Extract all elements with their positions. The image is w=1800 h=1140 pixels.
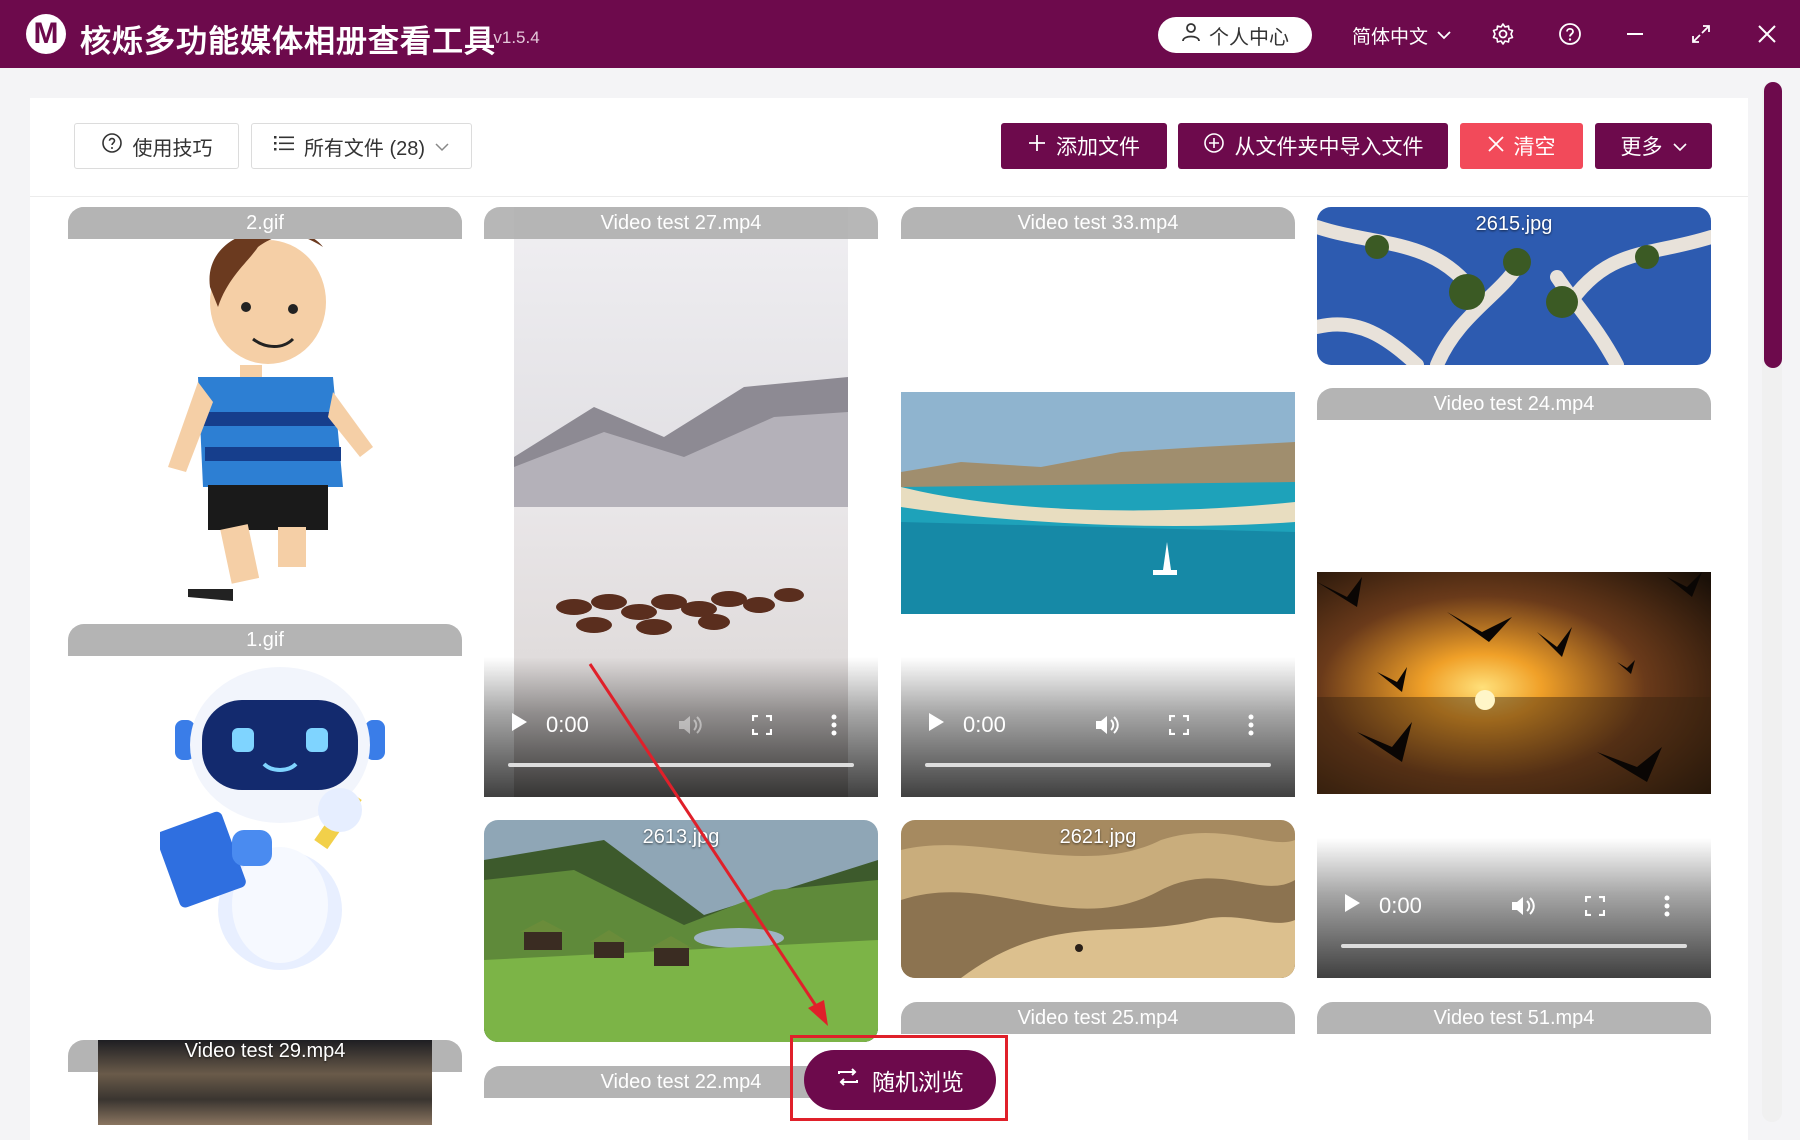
media-title-2: Video test 29.mp4 [184, 1040, 346, 1062]
media-title-11: Video test 51.mp4 [1317, 1002, 1711, 1034]
language-label: 简体中文 [1352, 27, 1429, 48]
media-title-4: 2613.jpg [642, 826, 720, 848]
more-options-icon[interactable] [816, 707, 852, 743]
media-card-2613[interactable]: 2613.jpg [484, 820, 878, 1042]
user-center-label: 个人中心 [1209, 26, 1289, 49]
media-title-3: Video test 27.mp4 [484, 207, 878, 239]
help-icon [101, 132, 123, 160]
play-icon[interactable] [1343, 893, 1361, 919]
video-progress-bar[interactable] [508, 763, 854, 767]
media-title-1: 1.gif [68, 624, 462, 656]
video-time: 0:00 [546, 712, 589, 737]
video-progress-bar[interactable] [1341, 944, 1687, 948]
more-options-icon[interactable] [1649, 888, 1685, 924]
plus-icon [1028, 134, 1046, 158]
title-bar: M 核烁多功能媒体相册查看工具 - v1.5.4 个人中心 简体中文 [0, 0, 1800, 68]
scrollbar-thumb[interactable] [1764, 82, 1782, 368]
video-controls: 0:00 [484, 657, 878, 797]
app-version: - v1.5.4 [483, 28, 540, 47]
video-time: 0:00 [1379, 893, 1422, 918]
play-icon[interactable] [510, 712, 528, 738]
fullscreen-icon[interactable] [744, 707, 780, 743]
chevron-down-icon [435, 135, 449, 158]
more-button[interactable]: 更多 [1595, 123, 1712, 169]
media-title-8: Video test 25.mp4 [901, 1002, 1295, 1034]
chevron-down-icon [1672, 134, 1687, 158]
x-icon [1487, 134, 1504, 158]
media-title-0: 2.gif [68, 207, 462, 239]
media-card-gif[interactable] [68, 207, 462, 607]
add-file-button[interactable]: 添加文件 [1001, 123, 1167, 169]
app-logo: M [26, 14, 66, 54]
media-card-2621[interactable]: 2621.jpg [901, 820, 1295, 978]
fullscreen-icon[interactable] [1577, 888, 1613, 924]
maximize-icon[interactable] [1686, 19, 1716, 49]
toolbar: 使用技巧 所有文件 (28) 添加文件 从文件夹中导入文件 清空 更多 [30, 98, 1748, 197]
chevron-down-icon [1436, 25, 1452, 47]
video-controls: 0:00 [901, 657, 1295, 797]
bay-video-frame [901, 392, 1295, 614]
volume-icon[interactable] [1089, 707, 1125, 743]
import-folder-label: 从文件夹中导入文件 [1234, 136, 1424, 159]
plus-circle-icon [1203, 132, 1225, 160]
video-progress-bar[interactable] [925, 763, 1271, 767]
more-label: 更多 [1620, 136, 1663, 159]
robot-image[interactable] [160, 660, 410, 970]
close-icon[interactable] [1752, 19, 1782, 49]
clear-button[interactable]: 清空 [1460, 123, 1583, 169]
gear-icon[interactable] [1488, 19, 1518, 49]
user-icon [1181, 22, 1201, 48]
video-controls: 0:00 [1317, 838, 1711, 978]
tips-label: 使用技巧 [132, 137, 213, 160]
play-icon[interactable] [927, 712, 945, 738]
cartoon-boy-image [168, 230, 373, 601]
import-folder-button[interactable]: 从文件夹中导入文件 [1178, 123, 1448, 169]
help-icon[interactable] [1555, 19, 1585, 49]
tips-button[interactable]: 使用技巧 [74, 123, 239, 169]
list-icon [273, 134, 294, 158]
app-title: 核烁多功能媒体相册查看工具 [80, 24, 496, 59]
media-card-video-27[interactable]: 0:00 [484, 207, 878, 797]
media-title-7: 2621.jpg [1059, 826, 1137, 848]
file-filter-select[interactable]: 所有文件 (28) [251, 123, 472, 169]
video-time: 0:00 [963, 712, 1006, 737]
volume-icon[interactable] [672, 707, 708, 743]
media-card-2615[interactable]: 2615.jpg [1317, 207, 1711, 365]
media-title-9: 2615.jpg [1475, 213, 1553, 235]
file-filter-label: 所有文件 (28) [303, 137, 426, 160]
more-options-icon[interactable] [1233, 707, 1269, 743]
media-card-video-24[interactable]: 0:00 [1317, 388, 1711, 978]
media-title-6: Video test 33.mp4 [901, 207, 1295, 239]
annotation-highlight-box [790, 1035, 1008, 1121]
add-file-label: 添加文件 [1056, 136, 1140, 159]
sunset-birds-video-frame [1317, 572, 1711, 794]
clear-label: 清空 [1513, 136, 1556, 159]
fullscreen-icon[interactable] [1161, 707, 1197, 743]
user-center-button[interactable]: 个人中心 [1158, 17, 1312, 53]
app-window: M 核烁多功能媒体相册查看工具 - v1.5.4 个人中心 简体中文 使用技巧 … [0, 0, 1800, 1140]
media-title-10: Video test 24.mp4 [1317, 388, 1711, 420]
valley-image [484, 820, 878, 1042]
language-select[interactable]: 简体中文 [1352, 22, 1452, 49]
minimize-icon[interactable] [1620, 19, 1650, 49]
media-card-video-33[interactable]: 0:00 [901, 207, 1295, 797]
volume-icon[interactable] [1505, 888, 1541, 924]
